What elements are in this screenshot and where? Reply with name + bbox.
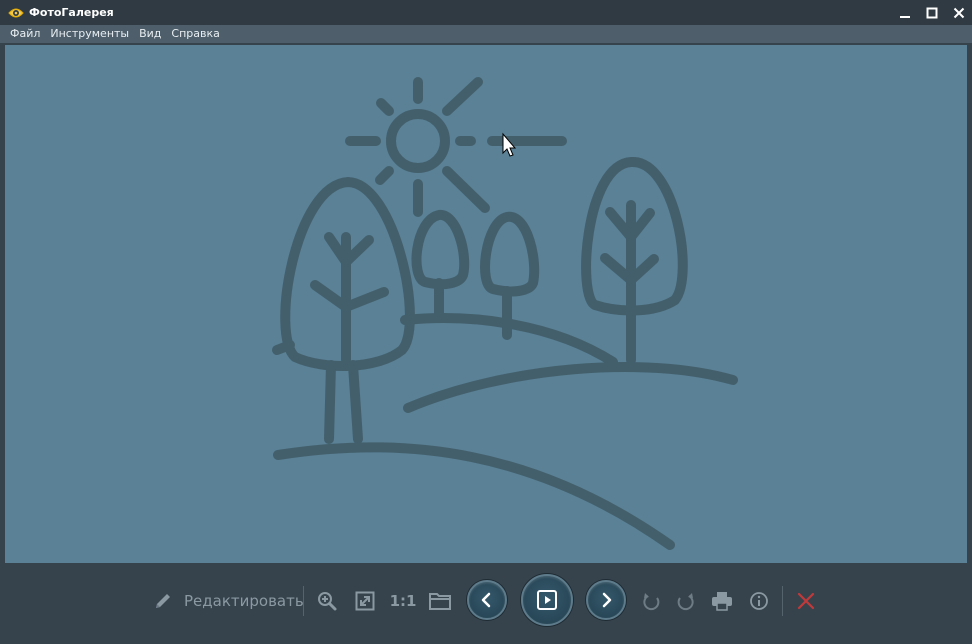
fit-screen-button[interactable] xyxy=(352,588,378,614)
menu-help[interactable]: Справка xyxy=(166,25,224,43)
delete-icon xyxy=(797,592,815,610)
close-window-button[interactable] xyxy=(945,0,972,25)
landscape-line-art-image xyxy=(272,77,738,550)
minimize-icon xyxy=(899,15,910,18)
previous-button[interactable] xyxy=(467,580,507,620)
info-icon xyxy=(750,592,768,610)
fit-screen-icon xyxy=(355,591,375,611)
menu-view[interactable]: Вид xyxy=(134,25,166,43)
toolbar-divider xyxy=(782,586,783,616)
rotate-left-button[interactable] xyxy=(640,588,664,614)
eye-icon xyxy=(8,5,24,21)
image-viewer[interactable] xyxy=(5,45,967,563)
toolbar-divider xyxy=(303,586,304,616)
maximize-button[interactable] xyxy=(918,0,945,25)
zoom-in-icon xyxy=(318,592,337,611)
minimize-button[interactable] xyxy=(891,0,918,25)
print-button[interactable] xyxy=(709,588,735,614)
previous-icon xyxy=(481,592,491,608)
menu-tools[interactable]: Инструменты xyxy=(45,25,134,43)
window-controls xyxy=(891,0,972,25)
open-folder-button[interactable] xyxy=(427,588,453,614)
edit-button[interactable]: Редактировать xyxy=(152,588,304,614)
slideshow-button[interactable] xyxy=(521,574,573,626)
slideshow-play-icon xyxy=(537,590,557,610)
rotate-left-icon xyxy=(643,593,660,611)
actual-size-label: 1:1 xyxy=(389,592,417,610)
rotate-right-button[interactable] xyxy=(673,588,697,614)
bottom-toolbar: Редактировать 1:1 xyxy=(0,566,972,644)
zoom-in-button[interactable] xyxy=(314,588,340,614)
app-window: ФотоГалерея Файл Инструменты Вид Справка xyxy=(0,0,972,644)
menu-file[interactable]: Файл xyxy=(5,25,45,43)
pencil-icon xyxy=(156,594,170,608)
close-icon xyxy=(953,7,964,18)
title-bar[interactable]: ФотоГалерея xyxy=(0,0,972,25)
next-button[interactable] xyxy=(586,580,626,620)
maximize-icon xyxy=(926,7,937,18)
delete-button[interactable] xyxy=(793,588,819,614)
folder-icon xyxy=(429,593,451,610)
window-title: ФотоГалерея xyxy=(29,6,114,19)
next-icon xyxy=(602,592,612,608)
actual-size-button[interactable]: 1:1 xyxy=(388,588,418,614)
print-icon xyxy=(712,592,732,611)
menu-bar: Файл Инструменты Вид Справка xyxy=(0,25,972,43)
edit-label: Редактировать xyxy=(184,592,304,610)
rotate-right-icon xyxy=(677,593,694,611)
info-button[interactable] xyxy=(746,588,772,614)
